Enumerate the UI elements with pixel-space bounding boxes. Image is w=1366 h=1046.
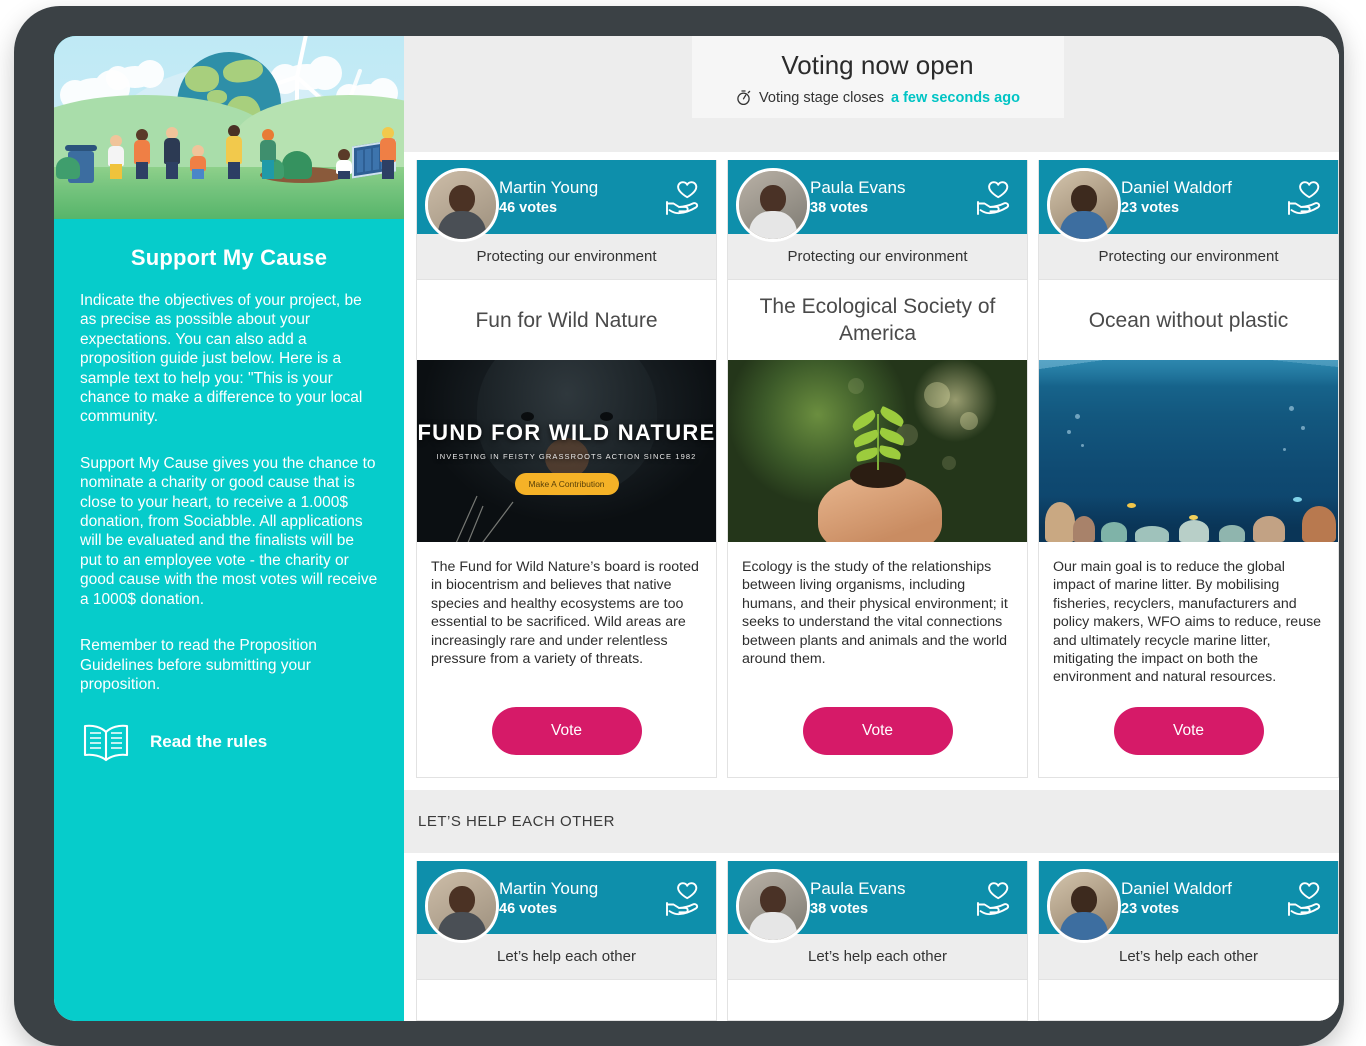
avatar [1047,168,1121,242]
person-figure [164,127,180,179]
hand-holding-heart-icon[interactable] [975,178,1015,216]
stopwatch-icon [735,89,752,106]
voting-status-title: Voting now open [781,50,974,80]
card-description: Our main goal is to reduce the global im… [1053,559,1322,686]
author-name: Martin Young [499,878,599,898]
proposition-card[interactable]: Martin Young 46 votes Protecting our env… [416,160,717,778]
tablet-screen: Support My Cause Indicate the objectives… [54,36,1339,1021]
card-header: Daniel Waldorf 23 votes [1039,861,1338,943]
hand-holding-heart-icon[interactable] [1286,879,1326,917]
vote-count: 23 votes [1121,900,1180,917]
card-header: Daniel Waldorf 23 votes [1039,160,1338,242]
grass-shape [455,495,514,542]
card-title: Ocean without plastic [1088,308,1289,332]
card-title [1039,980,1338,1020]
avatar [736,869,810,943]
voting-status-panel: Voting now open Voting stage closes a fe… [691,36,1064,118]
sidebar-paragraph: Support My Cause gives you the chance to… [80,454,378,608]
voting-cards-row: Martin Young 46 votes Protecting our env… [404,152,1339,790]
hero-illustration [54,36,404,219]
person-figure [226,125,242,179]
sidebar-paragraph: Remember to read the Proposition Guideli… [80,637,317,693]
card-title: Fun for Wild Nature [475,308,658,332]
card-image-ocean [1039,360,1338,542]
hand-holding-heart-icon[interactable] [1286,178,1326,216]
image-cta-button[interactable]: Make A Contribution [514,473,619,495]
card-description: The Fund for Wild Nature’s board is root… [431,559,699,668]
avatar [736,168,810,242]
vote-count: 46 votes [499,900,558,917]
voting-countdown: Voting stage closes a few seconds ago [702,89,1054,106]
card-header: Paula Evans 38 votes [728,861,1027,943]
bush-shape [282,151,312,179]
card-header: Paula Evans 38 votes [728,160,1027,242]
voting-status-bar: Voting now open Voting stage closes a fe… [404,36,1339,152]
card-image-seedling [728,360,1027,542]
vote-count: 23 votes [1121,200,1180,216]
tablet-frame: Support My Cause Indicate the objectives… [14,6,1344,1046]
main-content: Voting now open Voting stage closes a fe… [404,36,1339,1021]
vote-button[interactable]: Vote [802,706,953,755]
page-title: Support My Cause [130,245,328,270]
image-headline: FUND FOR WILD NATURE [417,420,716,445]
vote-button-wrap: Vote [1039,691,1338,777]
vote-button-wrap: Vote [728,691,1027,777]
vote-button-wrap: Vote [417,691,716,777]
open-book-icon [80,721,132,763]
help-card[interactable]: Paula Evans 38 votes Let’s help each oth… [727,861,1028,1021]
sidebar: Support My Cause Indicate the objectives… [54,36,404,1021]
person-figure [108,135,124,179]
author-name: Martin Young [499,178,599,197]
bush-shape [56,157,80,179]
hand-holding-heart-icon[interactable] [975,879,1015,917]
card-title [728,980,1027,1020]
person-figure [380,127,396,179]
author-name: Paula Evans [810,878,906,898]
avatar [425,869,499,943]
vote-button[interactable]: Vote [1113,706,1264,755]
read-the-rules-label: Read the rules [150,732,268,752]
help-card[interactable]: Daniel Waldorf 23 votes Let’s help each … [1038,861,1339,1021]
countdown-value: a few seconds ago [891,89,1020,106]
countdown-prefix: Voting stage closes [759,89,884,106]
person-figure [134,129,150,179]
help-cards-row: Martin Young 46 votes Let’s help each ot… [404,853,1339,1021]
help-card[interactable]: Martin Young 46 votes Let’s help each ot… [416,861,717,1021]
sidebar-paragraph: Indicate the objectives of your project,… [80,292,363,426]
vote-count: 46 votes [499,200,558,216]
card-title [417,980,716,1020]
author-name: Paula Evans [810,178,906,197]
hand-holding-heart-icon[interactable] [664,879,704,917]
vote-count: 38 votes [810,200,869,216]
person-figure [260,129,276,179]
card-header: Martin Young 46 votes [417,861,716,943]
section-header: LET’S HELP EACH OTHER [404,789,1339,853]
card-description: Ecology is the study of the relationship… [742,559,1008,668]
author-name: Daniel Waldorf [1121,178,1232,197]
card-header: Martin Young 46 votes [417,160,716,242]
proposition-card[interactable]: Daniel Waldorf 23 votes Protecting our e… [1038,160,1339,778]
card-image-bear: FUND FOR WILD NATURE INVESTING IN FEISTY… [417,360,716,542]
avatar [1047,869,1121,943]
avatar [425,168,499,242]
hand-holding-heart-icon[interactable] [664,178,704,216]
author-name: Daniel Waldorf [1121,878,1232,898]
proposition-card[interactable]: Paula Evans 38 votes Protecting our envi… [727,160,1028,778]
card-title: The Ecological Society of America [759,295,996,345]
image-tagline: INVESTING IN FEISTY GRASSROOTS ACTION SI… [436,452,697,461]
person-figure [190,145,206,179]
cloud-icon [106,60,164,90]
vote-count: 38 votes [810,900,869,917]
read-the-rules-link[interactable]: Read the rules [80,721,378,763]
vote-button[interactable]: Vote [491,706,642,755]
person-figure [336,149,352,179]
